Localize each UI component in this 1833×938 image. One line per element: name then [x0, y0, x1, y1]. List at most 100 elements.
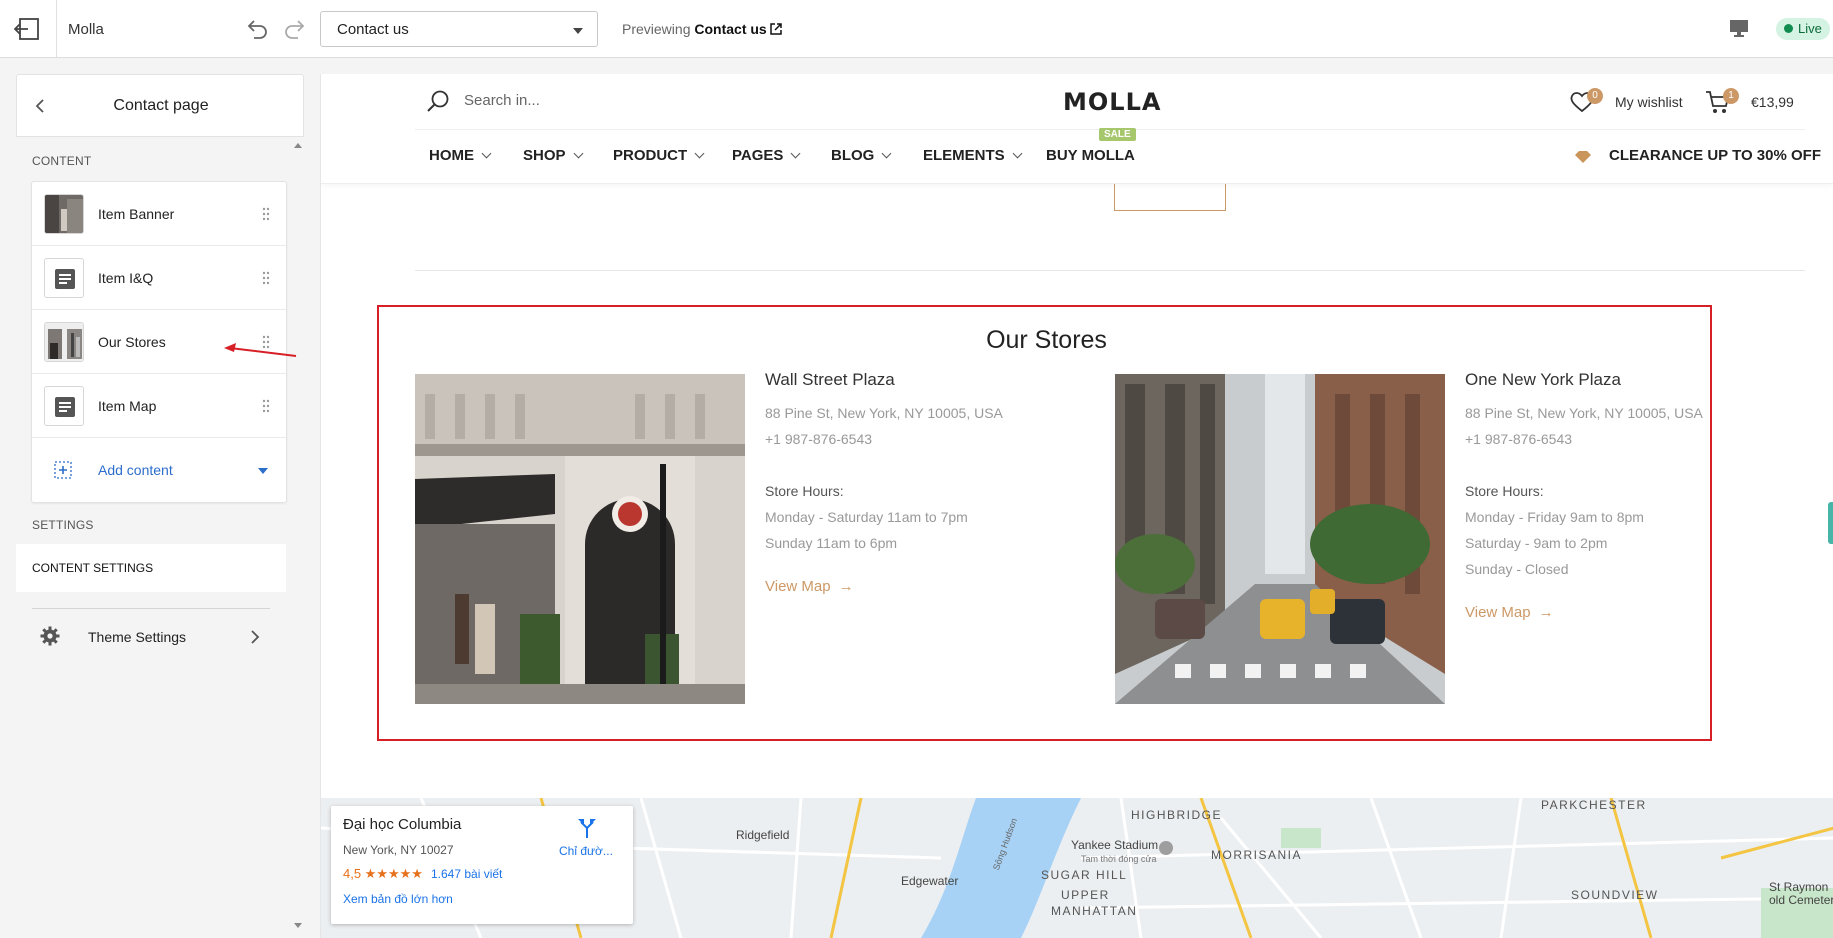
page-select[interactable]: Contact us	[320, 11, 598, 47]
sidebar-scrollbar[interactable]	[292, 137, 304, 934]
map-label-edgewater: Edgewater	[901, 874, 959, 888]
store-hours-line: Monday - Saturday 11am to 7pm	[765, 509, 968, 525]
text-block-icon	[44, 386, 84, 426]
store-hours-line: Saturday - 9am to 2pm	[1465, 535, 1608, 551]
map-label-sugar-hill: SUGAR HILL	[1041, 868, 1128, 882]
diamond-icon	[1575, 151, 1591, 163]
map-label-st-raymond: St Raymon	[1769, 880, 1829, 894]
wishlist-link[interactable]: My wishlist	[1615, 94, 1683, 110]
theme-settings-label: Theme Settings	[88, 629, 187, 645]
add-content-button[interactable]: Add content	[32, 438, 286, 502]
external-link-icon[interactable]	[769, 23, 782, 35]
our-stores-section: Our Stores Wall Street Plaza 88 Pine St,…	[377, 305, 1712, 741]
site-logo[interactable]: MOLLA	[1063, 88, 1161, 116]
wishlist-count-badge: 0	[1587, 88, 1603, 104]
side-tab-handle[interactable]	[1828, 502, 1833, 544]
sidebar-header: Contact page	[16, 74, 304, 137]
content-item-label: Our Stores	[98, 334, 166, 350]
nav-item-shop[interactable]: SHOP	[523, 147, 583, 164]
chevron-right-icon	[251, 630, 260, 644]
site-header: Search in... MOLLA 0 My wishlist 1 €13,9…	[321, 74, 1833, 184]
live-dot-icon	[1784, 24, 1793, 33]
directions-icon[interactable]	[577, 818, 597, 838]
content-section-label: CONTENT	[32, 154, 92, 168]
cart-total[interactable]: €13,99	[1751, 94, 1794, 110]
nav-item-elements[interactable]: ELEMENTS	[923, 147, 1023, 164]
view-map-link[interactable]: View Map →	[765, 578, 854, 595]
view-map-link[interactable]: View Map →	[1465, 604, 1554, 621]
nav-label: HOME	[429, 147, 474, 164]
content-item-label: Item I&Q	[98, 270, 154, 286]
map-label-upper: UPPER	[1061, 888, 1110, 902]
theme-settings-item[interactable]: Theme Settings	[32, 622, 270, 654]
undo-icon[interactable]	[246, 16, 270, 40]
directions-link[interactable]: Chỉ đườ...	[559, 844, 613, 858]
map-label-yankee-status: Tam thời đóng cửa	[1081, 854, 1157, 864]
store-image	[415, 374, 745, 704]
previewing-text: Previewing Contact us	[622, 21, 782, 37]
content-settings-label: CONTENT SETTINGS	[32, 561, 154, 575]
editor-topbar: Molla Contact us Previewing Contact us L…	[0, 0, 1833, 58]
divider	[32, 608, 270, 609]
map-place-card: Đại học Columbia New York, NY 10027 4,5 …	[331, 806, 633, 924]
map-label-parkchester: PARKCHESTER	[1541, 798, 1647, 812]
drag-handle-icon[interactable]	[262, 271, 270, 285]
map-place-name: Đại học Columbia	[343, 816, 462, 833]
section-divider	[415, 270, 1805, 271]
store-name: Molla	[68, 21, 104, 38]
store-image	[1115, 374, 1445, 704]
nav-item-blog[interactable]: BLOG	[831, 147, 892, 164]
sidebar-title: Contact page	[113, 97, 209, 114]
view-larger-map-link[interactable]: Xem bản đồ lớn hơn	[343, 892, 453, 906]
nav-item-buy-molla[interactable]: BUY MOLLA	[1046, 147, 1135, 164]
content-item-label: Item Banner	[98, 206, 175, 222]
desktop-icon[interactable]	[1728, 17, 1750, 39]
gear-icon	[40, 626, 60, 646]
chevron-down-icon	[1012, 148, 1023, 159]
map-label-soundview: SOUNDVIEW	[1571, 888, 1659, 902]
clearance-link[interactable]: CLEARANCE UP TO 30% OFF	[1609, 147, 1821, 164]
sale-badge: SALE	[1099, 128, 1136, 141]
store-hours-line: Sunday - Closed	[1465, 561, 1569, 577]
view-map-label: View Map	[765, 578, 831, 595]
arrow-right-icon: →	[838, 578, 854, 595]
drag-handle-icon[interactable]	[262, 207, 270, 221]
map-reviews-link[interactable]: 1.647 bài viết	[431, 867, 502, 881]
store-phone: +1 987-876-6543	[765, 431, 873, 447]
scroll-down-icon[interactable]	[294, 923, 302, 928]
drag-handle-icon[interactable]	[262, 399, 270, 413]
search-icon[interactable]	[426, 89, 450, 113]
content-settings-item[interactable]: CONTENT SETTINGS	[16, 544, 286, 592]
store-address: 88 Pine St, New York, NY 10005, USA	[765, 405, 1003, 421]
content-item-iq[interactable]: Item I&Q	[32, 246, 286, 310]
chevron-down-icon	[881, 148, 892, 159]
store-hours-line: Monday - Friday 9am to 8pm	[1465, 509, 1644, 525]
nav-label: BLOG	[831, 147, 875, 164]
topbar-separator	[56, 0, 57, 58]
settings-section-label: SETTINGS	[32, 518, 94, 532]
content-item-banner[interactable]: Item Banner	[32, 182, 286, 246]
map-place-address: New York, NY 10027	[343, 843, 454, 857]
embedded-map[interactable]: Ridgefield Edgewater Sông Hudson HIGHBRI…	[321, 798, 1833, 938]
exit-icon[interactable]	[14, 18, 40, 40]
map-label-morrisania: MORRISANIA	[1211, 848, 1303, 862]
content-item-map[interactable]: Item Map	[32, 374, 286, 438]
page-select-value: Contact us	[337, 21, 409, 38]
add-section-icon	[54, 461, 72, 479]
store-info: One New York Plaza 88 Pine St, New York,…	[1465, 370, 1765, 622]
stores-title: Our Stores	[986, 326, 1107, 354]
map-label-ridgefield: Ridgefield	[736, 828, 790, 842]
store-address: 88 Pine St, New York, NY 10005, USA	[1465, 405, 1703, 421]
scroll-up-icon[interactable]	[294, 143, 302, 148]
chevron-down-icon	[258, 468, 268, 474]
previewing-link[interactable]: Contact us	[694, 21, 766, 37]
redo-icon[interactable]	[282, 16, 306, 40]
content-item-label: Item Map	[98, 398, 157, 414]
nav-label: ELEMENTS	[923, 147, 1005, 164]
nav-item-home[interactable]: HOME	[429, 147, 492, 164]
previewing-prefix: Previewing	[622, 21, 695, 37]
stores-thumbnail	[44, 322, 84, 362]
nav-item-pages[interactable]: PAGES	[732, 147, 801, 164]
search-input[interactable]: Search in...	[464, 92, 540, 109]
nav-item-product[interactable]: PRODUCT	[613, 147, 705, 164]
